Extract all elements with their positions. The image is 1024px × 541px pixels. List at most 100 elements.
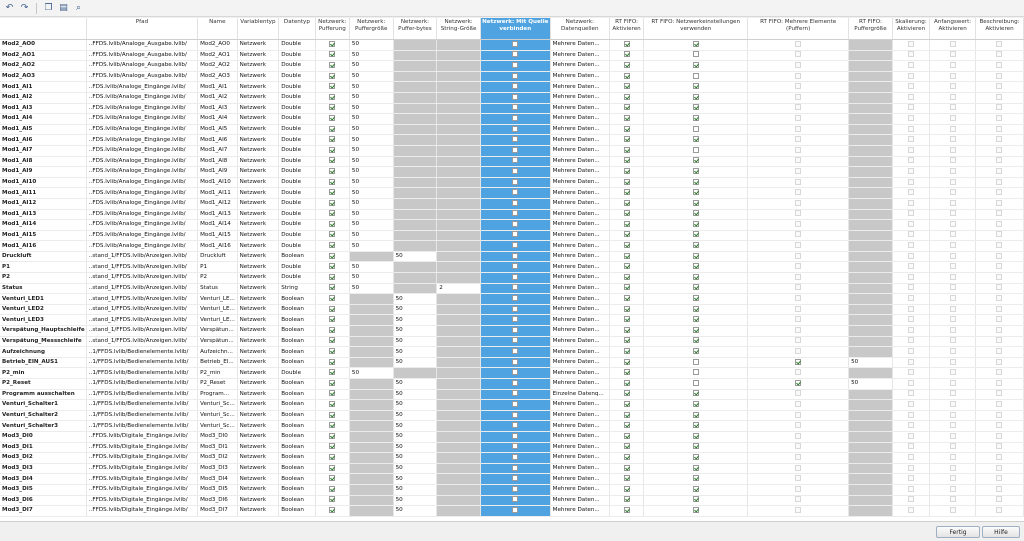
table-row[interactable]: Venturi_LED1 ..stand_1/FFDS.lvlib/Anzeige… <box>0 293 1024 305</box>
checkbox[interactable] <box>329 72 336 79</box>
net-buffering-cell[interactable] <box>315 410 350 422</box>
checkbox[interactable] <box>692 453 699 460</box>
checkbox[interactable] <box>908 358 914 365</box>
checkbox[interactable] <box>692 273 699 280</box>
checkbox[interactable] <box>329 453 336 460</box>
initial-value-enable-cell[interactable] <box>929 378 976 390</box>
rtfifo-buffer-size-cell[interactable] <box>848 145 893 157</box>
rtfifo-multi-element-cell[interactable] <box>747 156 850 168</box>
table-row[interactable]: Mod2_AO1 ..FFDS.lvlib/Analoge_Ausgabe.lvl… <box>0 50 1024 62</box>
net-data-sources-cell[interactable]: Mehrere Daten... <box>550 505 610 517</box>
scaling-enable-cell[interactable] <box>892 124 931 136</box>
net-string-size-cell[interactable] <box>436 198 481 210</box>
rtfifo-use-net-settings-cell[interactable] <box>643 410 749 422</box>
net-buffering-cell[interactable] <box>315 113 350 125</box>
net-bind-source-cell[interactable] <box>480 325 551 337</box>
rtfifo-enable-cell[interactable] <box>609 367 645 379</box>
net-data-sources-cell[interactable]: Mehrere Daten... <box>550 209 610 221</box>
net-buffer-bytes-cell[interactable]: 50 <box>393 484 438 496</box>
net-buffering-cell[interactable] <box>315 81 350 93</box>
rtfifo-enable-cell[interactable] <box>609 209 645 221</box>
checkbox[interactable] <box>329 305 336 312</box>
copy-icon[interactable]: ❐ <box>42 2 55 15</box>
rtfifo-enable-cell[interactable] <box>609 230 645 242</box>
checkbox[interactable] <box>512 167 519 174</box>
net-buffer-size-cell[interactable]: 50 <box>349 166 394 178</box>
net-buffer-size-cell[interactable]: 50 <box>349 39 394 51</box>
rtfifo-multi-element-cell[interactable] <box>747 251 850 263</box>
checkbox[interactable] <box>908 273 914 280</box>
net-bind-source-cell[interactable] <box>480 134 551 146</box>
initial-value-enable-cell[interactable] <box>929 346 976 358</box>
net-string-size-cell[interactable] <box>436 103 481 115</box>
rtfifo-enable-cell[interactable] <box>609 240 645 252</box>
scaling-enable-cell[interactable] <box>892 39 931 51</box>
rtfifo-use-net-settings-cell[interactable] <box>643 442 749 454</box>
net-buffer-size-cell[interactable] <box>349 495 394 507</box>
checkbox[interactable] <box>512 326 519 333</box>
checkbox[interactable] <box>692 369 699 376</box>
checkbox[interactable] <box>908 390 914 397</box>
net-buffering-cell[interactable] <box>315 124 350 136</box>
net-buffer-size-cell[interactable]: 50 <box>349 230 394 242</box>
checkbox[interactable] <box>795 432 802 439</box>
initial-value-enable-cell[interactable] <box>929 50 976 62</box>
col-variable-type-header[interactable]: Variablentyp <box>237 18 280 40</box>
scaling-enable-cell[interactable] <box>892 389 931 401</box>
rtfifo-multi-element-cell[interactable] <box>747 60 850 72</box>
description-enable-cell[interactable] <box>975 473 1024 485</box>
rtfifo-use-net-settings-cell[interactable] <box>643 92 749 104</box>
initial-value-enable-cell[interactable] <box>929 219 976 231</box>
rtfifo-enable-cell[interactable] <box>609 399 645 411</box>
net-data-sources-cell[interactable]: Mehrere Daten... <box>550 92 610 104</box>
table-row[interactable]: Mod1_AI4 ..FDS.lvlib/Analoge_Eingänge.lvl… <box>0 113 1024 125</box>
checkbox[interactable] <box>949 93 956 100</box>
net-bind-source-cell[interactable] <box>480 357 551 369</box>
checkbox[interactable] <box>512 390 519 397</box>
rtfifo-use-net-settings-cell[interactable] <box>643 293 749 305</box>
net-data-sources-cell[interactable]: Mehrere Daten... <box>550 39 610 51</box>
col-scaling-enable-header[interactable]: Skalierung: Aktivieren <box>892 18 931 40</box>
rtfifo-enable-cell[interactable] <box>609 177 645 189</box>
net-data-sources-cell[interactable]: Mehrere Daten... <box>550 463 610 475</box>
checkbox[interactable] <box>623 506 630 513</box>
rtfifo-multi-element-cell[interactable] <box>747 166 850 178</box>
net-buffer-bytes-cell[interactable]: 50 <box>393 314 438 327</box>
rtfifo-multi-element-cell[interactable] <box>747 230 850 242</box>
checkbox[interactable] <box>512 432 519 439</box>
checkbox[interactable] <box>692 316 699 323</box>
net-string-size-cell[interactable] <box>436 410 481 422</box>
checkbox[interactable] <box>996 199 1003 206</box>
rtfifo-multi-element-cell[interactable] <box>747 81 850 93</box>
checkbox[interactable] <box>908 369 914 376</box>
checkbox[interactable] <box>996 157 1003 164</box>
checkbox[interactable] <box>623 369 630 376</box>
net-bind-source-cell[interactable] <box>480 219 551 231</box>
net-buffer-size-cell[interactable]: 50 <box>349 50 394 62</box>
scaling-enable-cell[interactable] <box>892 71 931 83</box>
net-bind-source-cell[interactable] <box>480 113 551 125</box>
checkbox[interactable] <box>692 475 699 482</box>
checkbox[interactable] <box>692 83 699 90</box>
table-row[interactable]: Mod1_AI1 ..FDS.lvlib/Analoge_Eingänge.lvl… <box>0 81 1024 93</box>
checkbox[interactable] <box>512 453 519 460</box>
net-string-size-cell[interactable] <box>436 124 481 136</box>
checkbox[interactable] <box>795 51 802 58</box>
net-string-size-cell[interactable] <box>436 357 481 369</box>
rtfifo-enable-cell[interactable] <box>609 304 645 316</box>
col-rtfifo-buffer-size-header[interactable]: RT FIFO: Puffergröße <box>848 18 893 40</box>
net-buffer-size-cell[interactable] <box>349 420 394 432</box>
col-data-type-header[interactable]: Datentyp <box>278 18 316 40</box>
description-enable-cell[interactable] <box>975 420 1024 432</box>
net-buffer-bytes-cell[interactable]: 50 <box>393 420 438 432</box>
checkbox[interactable] <box>996 167 1003 174</box>
checkbox[interactable] <box>949 157 956 164</box>
rtfifo-buffer-size-cell[interactable] <box>848 473 893 485</box>
net-bind-source-cell[interactable] <box>480 103 551 115</box>
checkbox[interactable] <box>623 411 630 418</box>
variable-row-header[interactable]: Mod1_AI14 <box>0 219 87 231</box>
checkbox[interactable] <box>512 295 519 302</box>
checkbox[interactable] <box>795 464 802 471</box>
checkbox[interactable] <box>949 390 956 397</box>
net-bind-source-cell[interactable] <box>480 410 551 422</box>
